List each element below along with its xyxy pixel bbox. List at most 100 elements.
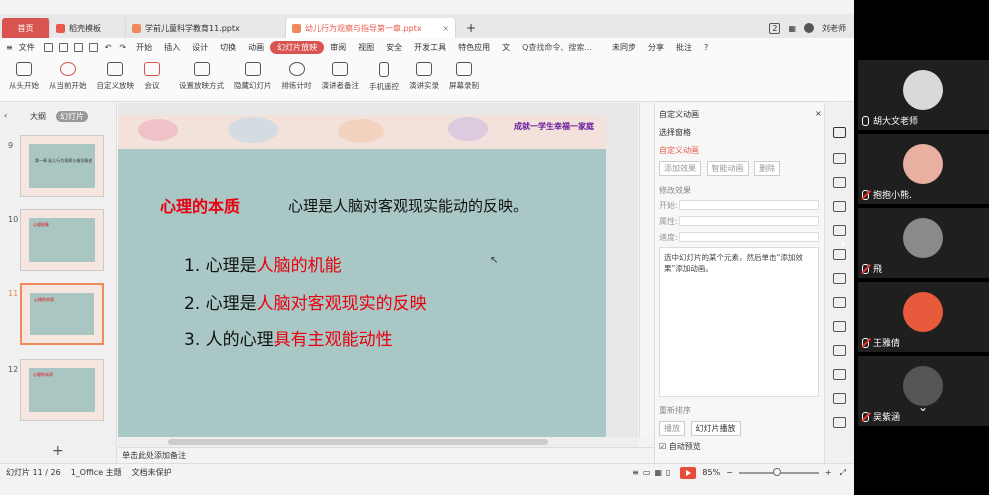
new-tab-button[interactable]: + bbox=[456, 18, 486, 38]
text-box-icon[interactable] bbox=[833, 345, 846, 356]
sound-icon[interactable] bbox=[833, 369, 846, 380]
shape-icon[interactable] bbox=[833, 153, 846, 164]
sorter-view-icon[interactable]: ▦ bbox=[654, 468, 662, 477]
meeting-button[interactable]: 会议 bbox=[144, 62, 160, 91]
slideshow-button[interactable]: 幻灯片播放 bbox=[690, 421, 741, 436]
share-button[interactable]: 分享 bbox=[642, 42, 670, 53]
fit-window-icon[interactable]: ⤢ bbox=[840, 468, 846, 478]
play-slideshow-icon[interactable] bbox=[680, 466, 697, 479]
tab-document[interactable]: 学前儿童科学教育11.pptx bbox=[126, 18, 286, 38]
slide-thumbnail-selected[interactable]: 心理的本质 bbox=[20, 283, 104, 345]
menu-file[interactable]: 文件 bbox=[13, 42, 41, 53]
image-icon[interactable] bbox=[833, 321, 846, 332]
zoom-out-icon[interactable]: − bbox=[726, 468, 733, 477]
tab-home[interactable]: 首页 bbox=[2, 18, 50, 38]
menu-devtools[interactable]: 开发工具 bbox=[408, 42, 452, 53]
select-pane-button[interactable]: 选择窗格 bbox=[659, 127, 691, 138]
add-effect-button[interactable]: 添加效果 bbox=[659, 161, 701, 176]
property-select[interactable] bbox=[679, 216, 819, 226]
participant-tile[interactable]: 抱抱小熊. bbox=[858, 134, 989, 204]
star-icon[interactable] bbox=[833, 225, 846, 236]
tab-outline[interactable]: 大纲 bbox=[30, 111, 46, 122]
theme-name[interactable]: 1_Office 主题 bbox=[71, 467, 122, 478]
slide-thumbnail[interactable]: 心理的本质 bbox=[20, 359, 104, 421]
reading-view-icon[interactable]: ▯ bbox=[666, 468, 670, 477]
print-icon[interactable] bbox=[73, 42, 83, 52]
participant-tile[interactable]: 吴紫涵 ⌄ bbox=[858, 356, 989, 426]
undo-icon[interactable]: ↶ bbox=[105, 43, 112, 52]
zoom-slider[interactable] bbox=[738, 467, 819, 476]
layers-icon[interactable] bbox=[833, 177, 846, 188]
document-icon[interactable] bbox=[833, 393, 846, 404]
redo-icon[interactable]: ↷ bbox=[119, 43, 126, 52]
panel-title[interactable]: 自定义动画 bbox=[659, 109, 699, 120]
search-input[interactable]: Q查找命令、搜索... bbox=[516, 42, 598, 53]
pen-icon[interactable] bbox=[833, 201, 846, 212]
add-slide-button[interactable]: + bbox=[52, 443, 64, 459]
user-name[interactable]: 刘老师 bbox=[822, 23, 846, 34]
participant-tile[interactable]: 胡大文老师 bbox=[858, 60, 989, 130]
grid-tool-icon[interactable] bbox=[833, 297, 846, 308]
custom-show-button[interactable]: 自定义放映 bbox=[97, 62, 134, 91]
badge-count[interactable]: 2 bbox=[769, 22, 781, 34]
hide-slide-button[interactable]: 隐藏幻灯片 bbox=[234, 62, 272, 91]
notes-field[interactable]: 单击此处添加备注 bbox=[118, 447, 654, 463]
notes-toggle-icon[interactable]: ≡ bbox=[632, 468, 639, 477]
smart-animation-button[interactable]: 智能动画 bbox=[706, 161, 749, 176]
save-icon[interactable] bbox=[43, 42, 53, 52]
sync-status[interactable]: 未同步 bbox=[606, 42, 642, 53]
menu-design[interactable]: 设计 bbox=[186, 42, 214, 53]
document-status[interactable]: 文档未保护 bbox=[132, 467, 172, 478]
zoom-in-icon[interactable]: + bbox=[825, 468, 832, 477]
normal-view-icon[interactable]: ▭ bbox=[643, 468, 651, 477]
vertical-scrollbar[interactable] bbox=[639, 103, 653, 437]
menu-insert[interactable]: 插入 bbox=[158, 42, 186, 53]
play-button[interactable]: 播放 bbox=[659, 421, 685, 436]
menu-security[interactable]: 安全 bbox=[380, 42, 408, 53]
close-tab-icon[interactable]: × bbox=[436, 24, 449, 33]
help-icon[interactable]: ? bbox=[698, 43, 714, 52]
comment-button[interactable]: 批注 bbox=[670, 42, 698, 53]
tab-document-active[interactable]: 幼儿行为观察与指导第一章.pptx × bbox=[286, 18, 456, 38]
phone-remote-button[interactable]: 手机遥控 bbox=[369, 62, 399, 92]
menu-transition[interactable]: 切换 bbox=[214, 42, 242, 53]
zoom-knob[interactable] bbox=[772, 467, 781, 476]
slide-thumbnail[interactable]: 心理现象 bbox=[20, 209, 104, 271]
autopreview-checkbox[interactable]: ☑ 自动预览 bbox=[659, 441, 701, 452]
chevron-right-icon[interactable]: › bbox=[840, 236, 846, 252]
menu-home[interactable]: 开始 bbox=[130, 42, 158, 53]
menu-slideshow[interactable]: 幻灯片放映 bbox=[270, 40, 325, 54]
zoom-level[interactable]: 85% bbox=[702, 468, 720, 477]
participant-tile[interactable]: 飛 bbox=[858, 208, 989, 278]
menu-review[interactable]: 审阅 bbox=[324, 42, 352, 53]
collapse-icon[interactable]: ‹ bbox=[4, 111, 7, 120]
slide-canvas[interactable]: 成就一学生幸福一家庭 心理的本质 心理是人脑对客观现实能动的反映。 1. 心理是… bbox=[118, 115, 606, 437]
horizontal-scrollbar[interactable] bbox=[118, 437, 638, 447]
cursor-tool-icon[interactable] bbox=[833, 127, 846, 138]
start-select[interactable] bbox=[679, 200, 819, 210]
delete-button[interactable]: 删除 bbox=[754, 161, 781, 176]
settings-icon[interactable] bbox=[833, 273, 846, 284]
rehearse-timings-button[interactable]: 排练计时 bbox=[282, 62, 312, 91]
menu-animation[interactable]: 动画 bbox=[242, 42, 270, 53]
screen-record-button[interactable]: 屏幕录制 bbox=[449, 62, 479, 91]
slide-thumbnail[interactable]: 第一章 幼儿行为观察与指导概述 bbox=[20, 135, 104, 197]
preview-icon[interactable] bbox=[88, 42, 98, 52]
backup-icon[interactable] bbox=[833, 417, 846, 428]
menu-more[interactable]: 文 bbox=[496, 42, 516, 53]
avatar[interactable] bbox=[804, 23, 814, 33]
close-icon[interactable]: × bbox=[815, 109, 822, 118]
speaker-notes-button[interactable]: 演讲者备注 bbox=[322, 62, 359, 91]
speed-select[interactable] bbox=[679, 232, 819, 242]
tab-slides[interactable]: 幻灯片 bbox=[56, 111, 88, 122]
participant-tile[interactable]: 王雅倩 bbox=[858, 282, 989, 352]
play-from-start-button[interactable]: 从头开始 bbox=[9, 62, 39, 91]
menu-view[interactable]: 视图 bbox=[352, 42, 380, 53]
play-from-current-button[interactable]: 从当前开始 bbox=[49, 62, 87, 91]
grid-icon[interactable]: ▦ bbox=[788, 24, 796, 33]
open-icon[interactable] bbox=[58, 42, 68, 52]
setup-show-button[interactable]: 设置放映方式 bbox=[179, 62, 224, 91]
hamburger-icon[interactable]: ≡ bbox=[6, 43, 13, 52]
tab-docer-templates[interactable]: 稻壳模板 bbox=[50, 18, 126, 38]
animation-list[interactable]: 选中幻灯片的某个元素，然后单击“添加效果”添加动画。 bbox=[659, 247, 819, 397]
